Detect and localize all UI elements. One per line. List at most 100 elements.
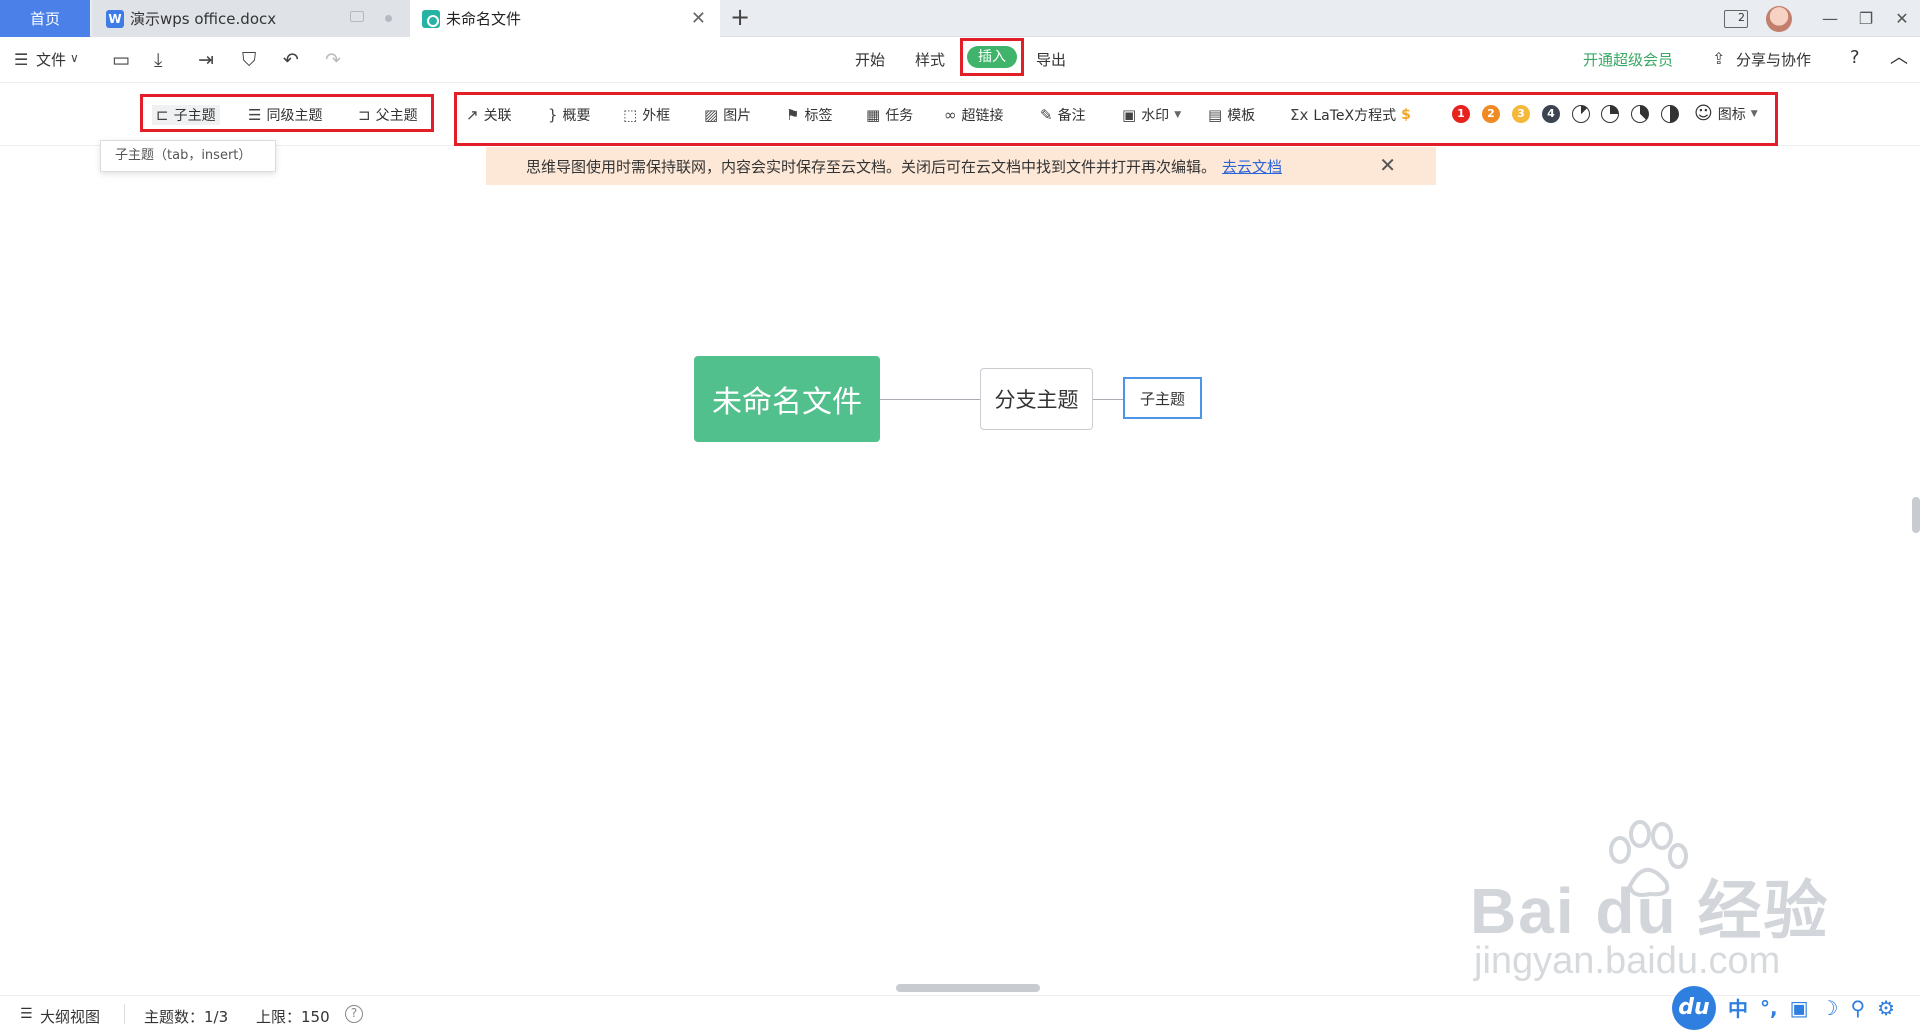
tag-button[interactable]: ⚑ 标签 bbox=[786, 105, 832, 125]
progress-half-icon[interactable] bbox=[1661, 105, 1679, 123]
progress-quarter-icon[interactable] bbox=[1601, 105, 1619, 123]
tab-home-label: 首页 bbox=[29, 10, 60, 28]
priority-4-icon[interactable]: 4 bbox=[1542, 105, 1560, 123]
monitor-icon[interactable] bbox=[350, 11, 364, 22]
hyperlink-button[interactable]: ∞ 超链接 bbox=[944, 105, 1004, 125]
help-icon[interactable]: ? bbox=[345, 1005, 363, 1023]
redo-icon[interactable]: ↷ bbox=[325, 49, 341, 71]
tab-export[interactable]: 导出 bbox=[1036, 49, 1066, 70]
user-icon[interactable]: ⚲ bbox=[1850, 996, 1865, 1020]
notice-text: 思维导图使用时需保持联网，内容会实时保存至云文档。关闭后可在云文档中找到文件并打… bbox=[526, 157, 1217, 176]
mindmap-file-icon bbox=[422, 9, 440, 28]
icons-dropdown-button[interactable]: ☺ 图标 ▼ bbox=[1694, 103, 1758, 124]
connector-line bbox=[880, 399, 980, 400]
vertical-scrollbar[interactable] bbox=[1912, 497, 1920, 533]
image-button[interactable]: ▨ 图片 bbox=[704, 105, 751, 125]
skin-moon-icon[interactable]: ☽ bbox=[1821, 996, 1839, 1020]
punctuation-icon[interactable]: °, bbox=[1760, 996, 1778, 1020]
dropdown-caret-icon: ▼ bbox=[1174, 110, 1182, 120]
undo-icon[interactable]: ↶ bbox=[283, 49, 299, 71]
dropdown-caret-icon: ▼ bbox=[1750, 108, 1758, 119]
premium-coin-icon: $ bbox=[1401, 107, 1411, 123]
file-menu[interactable]: 文件 bbox=[36, 49, 66, 70]
close-window-button[interactable]: ✕ bbox=[1884, 9, 1920, 28]
boundary-frame-icon: ⬚ bbox=[623, 106, 638, 124]
share-icon[interactable]: ⇪ bbox=[1712, 49, 1725, 68]
notice-banner: 思维导图使用时需保持联网，内容会实时保存至云文档。关闭后可在云文档中找到文件并打… bbox=[486, 147, 1436, 185]
priority-2-icon[interactable]: 2 bbox=[1482, 105, 1500, 123]
status-bar: ☰ 大纲视图 主题数：1/3 上限：150 ? bbox=[0, 995, 1920, 1030]
parent-topic-button[interactable]: ⊐ 父主题 bbox=[358, 105, 418, 125]
smiley-icon: ☺ bbox=[1694, 103, 1713, 124]
parent-topic-icon: ⊐ bbox=[358, 106, 371, 124]
priority-1-icon[interactable]: 1 bbox=[1452, 105, 1470, 123]
format-painter-icon[interactable]: ⛉ bbox=[242, 49, 256, 71]
unsaved-dot-icon bbox=[385, 15, 392, 22]
chevron-down-icon[interactable]: ∨ bbox=[70, 51, 79, 65]
boundary-button[interactable]: ⬚ 外框 bbox=[623, 105, 670, 125]
template-button[interactable]: ▤ 模板 bbox=[1208, 105, 1255, 125]
task-button[interactable]: ▦ 任务 bbox=[866, 105, 913, 125]
watermark-url: jingyan.baidu.com bbox=[1474, 940, 1781, 982]
export-icon[interactable]: ⇥ bbox=[198, 49, 214, 71]
topic-count: 主题数：1/3 bbox=[144, 1008, 229, 1026]
child-topic-button[interactable]: ⊏ 子主题 bbox=[152, 105, 220, 125]
latex-button[interactable]: Σx LaTeX方程式 $ bbox=[1290, 105, 1411, 125]
download-icon[interactable]: ⤓ bbox=[154, 49, 162, 71]
template-icon: ▤ bbox=[1208, 106, 1223, 124]
child-topic-node[interactable]: 子主题 bbox=[1123, 377, 1202, 419]
tab-bar: 首页 W 演示wps office.docx 未命名文件 ✕ + 2 — ❐ ✕ bbox=[0, 0, 1920, 37]
image-icon: ▨ bbox=[704, 106, 719, 124]
tab-insert[interactable]: 插入 bbox=[967, 46, 1017, 68]
settings-icon[interactable]: ⚙ bbox=[1877, 996, 1895, 1020]
window-count-badge[interactable]: 2 bbox=[1724, 9, 1748, 28]
watermark-button[interactable]: ▣ 水印 ▼ bbox=[1122, 105, 1181, 125]
progress-eighth-icon[interactable] bbox=[1572, 105, 1590, 123]
tab-document[interactable]: W 演示wps office.docx bbox=[92, 0, 410, 37]
note-icon: ✎ bbox=[1040, 106, 1053, 124]
relation-button[interactable]: ↗ 关联 bbox=[466, 105, 512, 125]
root-topic-node[interactable]: 未命名文件 bbox=[694, 356, 880, 442]
outline-icon[interactable]: ☰ bbox=[20, 1006, 33, 1022]
tooltip: 子主题（tab，insert） bbox=[100, 140, 276, 172]
tab-style[interactable]: 样式 bbox=[915, 49, 945, 70]
close-icon[interactable]: ✕ bbox=[1379, 153, 1396, 177]
window-controls: 2 — ❐ ✕ bbox=[1724, 0, 1920, 37]
tab-insert-highlight[interactable]: 插入 bbox=[960, 38, 1024, 76]
relation-arrow-icon: ↗ bbox=[466, 106, 479, 124]
calendar-icon: ▦ bbox=[866, 106, 881, 124]
avatar[interactable] bbox=[1766, 5, 1792, 32]
add-tab-button[interactable]: + bbox=[730, 3, 750, 31]
summary-brace-icon: } bbox=[548, 106, 558, 124]
minimize-button[interactable]: — bbox=[1812, 9, 1848, 28]
outline-view-button[interactable]: 大纲视图 bbox=[40, 1006, 100, 1027]
branch-topic-node[interactable]: 分支主题 bbox=[980, 368, 1093, 430]
vip-link[interactable]: 开通超级会员 bbox=[1583, 49, 1673, 70]
link-icon: ∞ bbox=[944, 106, 957, 124]
toolbox-icon[interactable]: ▣ bbox=[1790, 996, 1809, 1020]
collapse-ribbon-icon[interactable]: ︿ bbox=[1890, 43, 1908, 69]
save-icon[interactable]: ▭ bbox=[112, 49, 130, 71]
bookmark-icon: ⚑ bbox=[786, 106, 800, 124]
note-button[interactable]: ✎ 备注 bbox=[1040, 105, 1086, 125]
close-tab-icon[interactable]: ✕ bbox=[691, 8, 706, 29]
child-topic-icon: ⊏ bbox=[156, 106, 169, 124]
horizontal-scrollbar[interactable] bbox=[896, 984, 1040, 992]
priority-3-icon[interactable]: 3 bbox=[1512, 105, 1530, 123]
chinese-mode-icon[interactable]: 中 bbox=[1728, 993, 1748, 1022]
baidu-ime-logo[interactable]: du bbox=[1672, 985, 1716, 1030]
go-cloud-docs-link[interactable]: 去云文档 bbox=[1222, 156, 1282, 177]
tab-start[interactable]: 开始 bbox=[855, 49, 885, 70]
sibling-topic-button[interactable]: ☰ 同级主题 bbox=[248, 105, 322, 125]
help-icon[interactable]: ? bbox=[1850, 47, 1860, 68]
restore-button[interactable]: ❐ bbox=[1848, 9, 1884, 28]
summary-button[interactable]: } 概要 bbox=[548, 105, 591, 125]
hamburger-icon[interactable]: ☰ bbox=[14, 50, 28, 69]
topic-limit: 上限：150 bbox=[256, 1008, 330, 1026]
connector-line bbox=[1093, 399, 1123, 400]
tab-mindmap[interactable]: 未命名文件 ✕ bbox=[410, 0, 720, 37]
tab-home[interactable]: 首页 bbox=[0, 0, 90, 37]
tab-mindmap-label: 未命名文件 bbox=[446, 10, 522, 28]
share-button[interactable]: 分享与协作 bbox=[1736, 49, 1811, 70]
progress-three-eighths-icon[interactable] bbox=[1631, 105, 1649, 123]
